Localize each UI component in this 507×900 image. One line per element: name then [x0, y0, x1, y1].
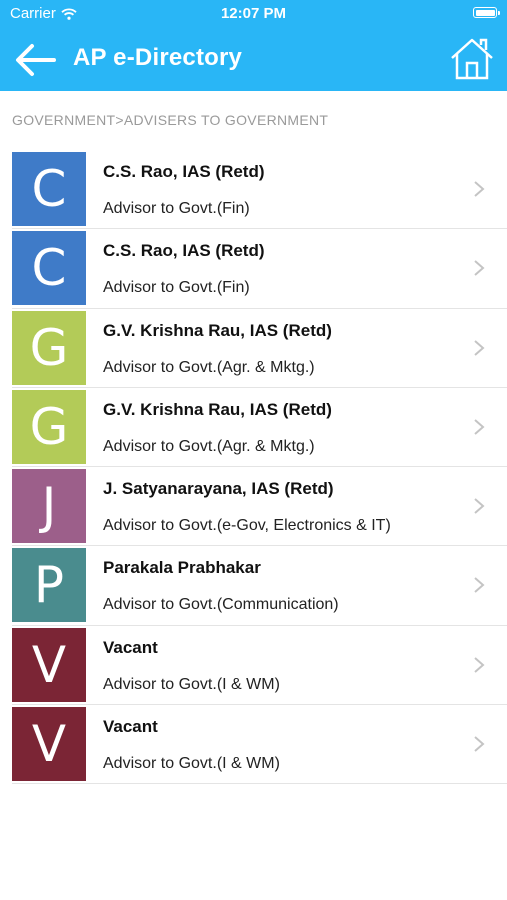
adviser-designation: Advisor to Govt.(e-Gov, Electronics & IT…: [103, 517, 391, 534]
avatar: V: [12, 627, 86, 702]
adviser-designation: Advisor to Govt.(Agr. & Mktg.): [103, 437, 315, 455]
chevron-right-icon: [474, 498, 485, 514]
status-bar: Carrier 12:07 PM: [0, 0, 507, 28]
adviser-name: Vacant: [103, 637, 158, 657]
adviser-designation: Advisor to Govt.(I & WM): [103, 754, 280, 772]
chevron-right-icon: [474, 577, 485, 594]
chevron-right-icon: [474, 656, 485, 673]
list-item[interactable]: G G.V. Krishna Rau, IAS (Retd) Advisor t…: [12, 309, 507, 388]
list-item[interactable]: C C.S. Rao, IAS (Retd) Advisor to Govt.(…: [12, 150, 507, 230]
adviser-designation: Advisor to Govt.(Fin): [103, 200, 250, 217]
avatar: G: [12, 310, 86, 385]
adviser-name: C.S. Rao, IAS (Retd): [103, 241, 265, 261]
status-time: 12:07 PM: [220, 5, 287, 22]
adviser-name: J. Satyanarayana, IAS (Retd): [103, 479, 334, 498]
chevron-right-icon: [474, 339, 485, 356]
list-item[interactable]: J J. Satyanarayana, IAS (Retd) Advisor t…: [12, 467, 507, 547]
avatar: C: [12, 231, 86, 306]
chevron-right-icon: [474, 260, 485, 277]
breadcrumb: GOVERNMENT>ADVISERS TO GOVERNMENT: [12, 112, 329, 128]
nav-bar: AP e-Directory: [0, 28, 507, 91]
home-icon[interactable]: [449, 36, 495, 82]
list-item[interactable]: G G.V. Krishna Rau, IAS (Retd) Advisor t…: [12, 388, 507, 467]
list-item[interactable]: V Vacant Advisor to Govt.(I & WM): [12, 626, 507, 705]
adviser-designation: Advisor to Govt.(I & WM): [103, 675, 280, 693]
chevron-right-icon: [474, 418, 485, 435]
adviser-name: Parakala Prabhakar: [103, 558, 261, 578]
adviser-name: G.V. Krishna Rau, IAS (Retd): [103, 399, 332, 419]
back-arrow-icon[interactable]: [14, 40, 58, 80]
avatar: C: [12, 152, 86, 226]
avatar: P: [12, 548, 86, 623]
adviser-name: Vacant: [103, 716, 158, 736]
list-item[interactable]: C C.S. Rao, IAS (Retd) Advisor to Govt.(…: [12, 229, 507, 309]
avatar: V: [12, 706, 86, 781]
avatar: G: [12, 389, 86, 464]
adviser-designation: Advisor to Govt.(Communication): [103, 596, 339, 614]
adviser-designation: Advisor to Govt.(Agr. & Mktg.): [103, 358, 315, 376]
adviser-name: G.V. Krishna Rau, IAS (Retd): [103, 320, 332, 340]
battery-icon: [473, 7, 500, 18]
adviser-name: C.S. Rao, IAS (Retd): [103, 162, 265, 181]
chevron-right-icon: [474, 181, 485, 197]
page-title: AP e-Directory: [73, 44, 243, 71]
list-item[interactable]: V Vacant Advisor to Govt.(I & WM): [12, 705, 507, 784]
advisers-list: C C.S. Rao, IAS (Retd) Advisor to Govt.(…: [12, 150, 507, 784]
avatar: J: [12, 469, 86, 543]
adviser-designation: Advisor to Govt.(Fin): [103, 279, 250, 297]
chevron-right-icon: [474, 735, 485, 752]
list-item[interactable]: P Parakala Prabhakar Advisor to Govt.(Co…: [12, 546, 507, 626]
